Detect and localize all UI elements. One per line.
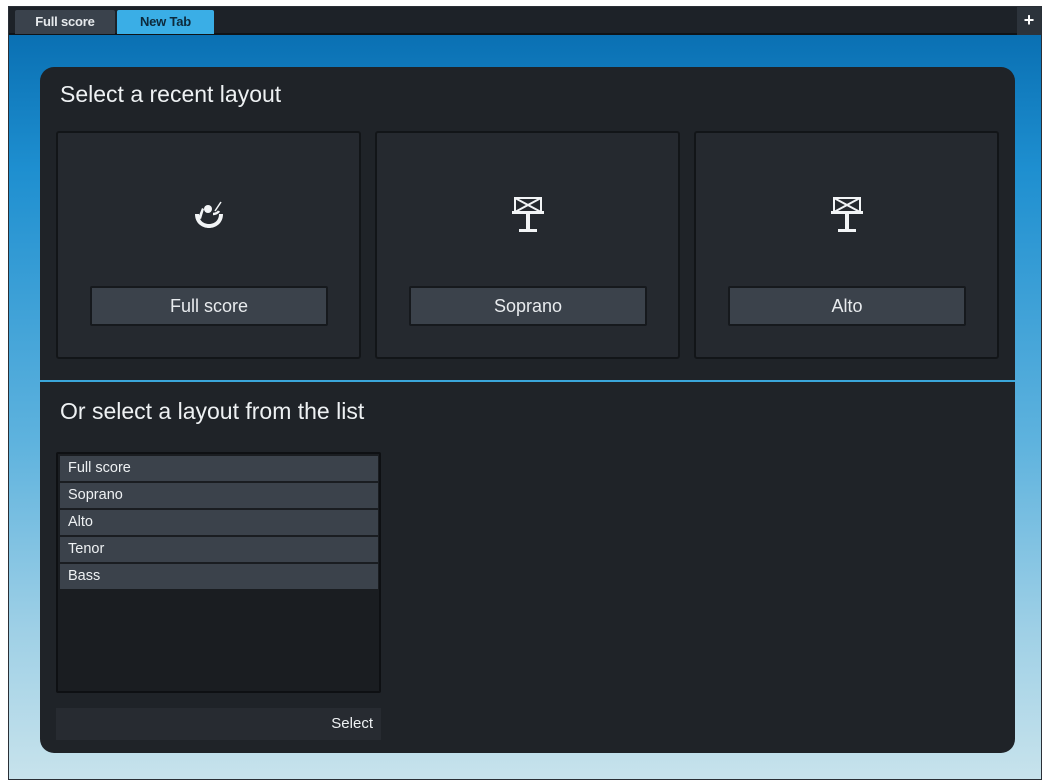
conductor-icon (189, 195, 229, 235)
list-item[interactable]: Bass (60, 564, 378, 589)
recent-layouts-panel: Select a recent layout Full score Sopran… (40, 67, 1015, 380)
tab-full-score[interactable]: Full score (15, 10, 115, 34)
list-item[interactable]: Tenor (60, 537, 378, 562)
list-item[interactable]: Alto (60, 510, 378, 535)
recent-layout-button-alto[interactable]: Alto (728, 286, 966, 326)
layout-list-panel: Or select a layout from the list Full sc… (40, 382, 1015, 753)
music-stand-icon (827, 195, 867, 235)
recent-layout-card-full-score[interactable]: Full score (56, 131, 361, 359)
tab-bar: Full score New Tab + (9, 7, 1041, 35)
workspace: Select a recent layout Full score Sopran… (9, 35, 1041, 779)
recent-layout-card-soprano[interactable]: Soprano (375, 131, 680, 359)
plus-icon: + (1023, 10, 1035, 30)
add-tab-button[interactable]: + (1017, 7, 1041, 35)
app-window: Full score New Tab + Select a recent lay… (8, 6, 1042, 780)
select-bar: Select (56, 708, 381, 740)
recent-layout-button-soprano[interactable]: Soprano (409, 286, 647, 326)
recent-layout-card-alto[interactable]: Alto (694, 131, 999, 359)
recent-layouts-title: Select a recent layout (60, 81, 282, 107)
layout-list-title: Or select a layout from the list (60, 398, 365, 424)
list-item[interactable]: Soprano (60, 483, 378, 508)
select-button[interactable]: Select (331, 708, 373, 740)
recent-layout-button-full-score[interactable]: Full score (90, 286, 328, 326)
list-item[interactable]: Full score (60, 456, 378, 481)
tab-new-tab[interactable]: New Tab (117, 10, 214, 34)
layout-list[interactable]: Full score Soprano Alto Tenor Bass (56, 452, 381, 693)
music-stand-icon (508, 195, 548, 235)
